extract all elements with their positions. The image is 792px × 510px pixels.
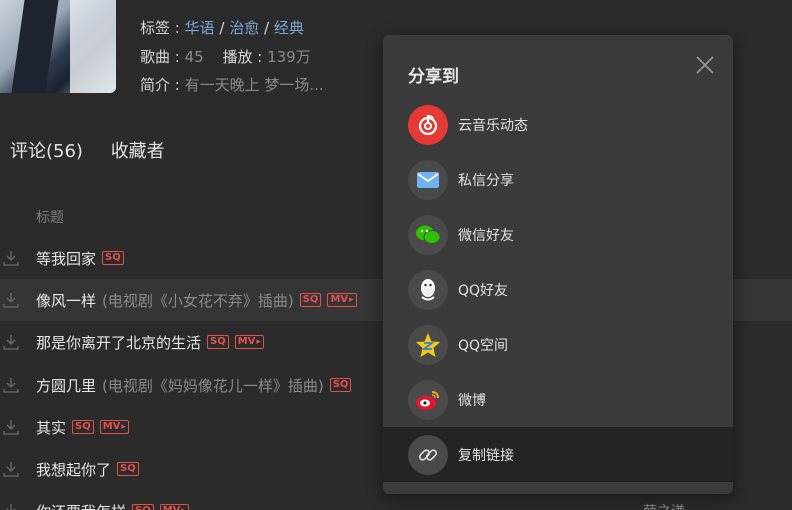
share-option-label: 私信分享: [458, 172, 514, 189]
share-option[interactable]: 云音乐动态: [383, 97, 733, 152]
song-artist[interactable]: 薛之谦: [643, 501, 685, 510]
tags-line: 标签 : 华语 / 治愈 / 经典: [140, 19, 304, 37]
songs-count: 45: [184, 48, 204, 66]
share-option-label: QQ好友: [458, 282, 509, 299]
song-title[interactable]: 像风一样: [36, 290, 96, 311]
tag-link[interactable]: 治愈: [229, 19, 259, 37]
mv-badge[interactable]: MV: [327, 293, 357, 307]
close-icon[interactable]: [695, 55, 715, 75]
download-icon[interactable]: [2, 460, 20, 478]
sq-badge: SQ: [329, 378, 352, 392]
song-title-cell: 像风一样 (电视剧《小女花不弃》插曲) SQ MV: [36, 290, 357, 311]
share-option[interactable]: QQ好友: [383, 262, 733, 317]
song-title[interactable]: 方圆几里: [36, 375, 96, 396]
qq-icon: [408, 269, 448, 310]
share-option-label: QQ空间: [458, 337, 509, 354]
songs-label: 歌曲: [140, 48, 171, 66]
mail-icon: [408, 159, 448, 200]
song-title-cell: 那是你离开了北京的生活 SQ MV: [36, 332, 264, 353]
plays-label: 播放: [222, 48, 253, 66]
song-title-cell: 方圆几里 (电视剧《妈妈像花儿一样》插曲) SQ: [36, 375, 352, 396]
share-option-label: 云音乐动态: [458, 117, 528, 134]
wechat-icon: [408, 214, 448, 255]
share-option[interactable]: 微博: [383, 372, 733, 427]
mv-badge[interactable]: MV: [99, 420, 129, 434]
share-option-label: 复制链接: [458, 447, 514, 464]
song-title-cell: 其实 SQ MV: [36, 417, 129, 438]
tab-bar: 评论(56) 收藏者: [10, 137, 187, 163]
song-subtitle: (电视剧《小女花不弃》插曲): [102, 291, 294, 310]
download-icon[interactable]: [2, 376, 20, 394]
song-title[interactable]: 我想起你了: [36, 459, 111, 480]
share-option[interactable]: 微信好友: [383, 207, 733, 262]
song-title[interactable]: 其实: [36, 417, 66, 438]
cover-shade: [11, 0, 59, 93]
intro-label: 简介: [140, 76, 171, 94]
intro-line: 简介 : 有一天晚上 梦一场...: [140, 76, 324, 94]
tag-link[interactable]: 华语: [185, 19, 215, 37]
mv-badge[interactable]: MV: [159, 504, 189, 510]
download-icon[interactable]: [2, 502, 20, 510]
sq-badge: SQ: [299, 293, 322, 307]
song-subtitle: (电视剧《妈妈像花儿一样》插曲): [102, 376, 324, 395]
stats-line: 歌曲 : 45 播放 : 139万: [140, 48, 311, 66]
download-icon[interactable]: [2, 249, 20, 267]
song-title-cell: 我想起你了 SQ: [36, 459, 139, 480]
share-popup: 分享到 云音乐动态私信分享微信好友 QQ好友 QQ空间微博复制链接: [383, 35, 733, 494]
sq-badge: SQ: [132, 504, 154, 510]
download-icon[interactable]: [2, 291, 20, 309]
song-title[interactable]: 那是你离开了北京的生活: [36, 332, 201, 353]
sq-badge: SQ: [102, 251, 124, 265]
qzone-icon: [408, 324, 448, 365]
sq-badge: SQ: [117, 462, 139, 476]
share-option[interactable]: QQ空间: [383, 317, 733, 372]
tags-label: 标签: [140, 19, 171, 37]
sq-badge: SQ: [207, 335, 229, 349]
download-icon[interactable]: [2, 333, 20, 351]
tab-comments[interactable]: 评论(56): [10, 141, 83, 162]
plays-count: 139万: [267, 48, 311, 66]
share-option[interactable]: 私信分享: [383, 152, 733, 207]
tag-link[interactable]: 经典: [274, 19, 304, 37]
song-title[interactable]: 等我回家: [36, 248, 96, 269]
intro-text: 有一天晚上 梦一场...: [184, 76, 324, 94]
song-title-cell: 等我回家 SQ: [36, 248, 124, 269]
tab-collectors[interactable]: 收藏者: [111, 141, 165, 162]
cover-light: [70, 0, 116, 93]
share-popup-title: 分享到: [408, 67, 459, 87]
column-header-title: 标题: [36, 210, 64, 226]
download-icon[interactable]: [2, 418, 20, 436]
sq-badge: SQ: [72, 420, 94, 434]
song-title-cell: 你还要我怎样 SQ MV: [36, 501, 189, 510]
playlist-cover[interactable]: [0, 0, 116, 93]
link-icon: [408, 434, 448, 475]
share-option-label: 微信好友: [458, 227, 514, 244]
share-option[interactable]: 复制链接: [383, 427, 733, 482]
mv-badge[interactable]: MV: [234, 335, 264, 349]
share-option-label: 微博: [458, 392, 486, 409]
weibo-icon: [408, 379, 448, 420]
netease-cloud-music-icon: [408, 104, 448, 145]
song-title[interactable]: 你还要我怎样: [36, 501, 126, 510]
